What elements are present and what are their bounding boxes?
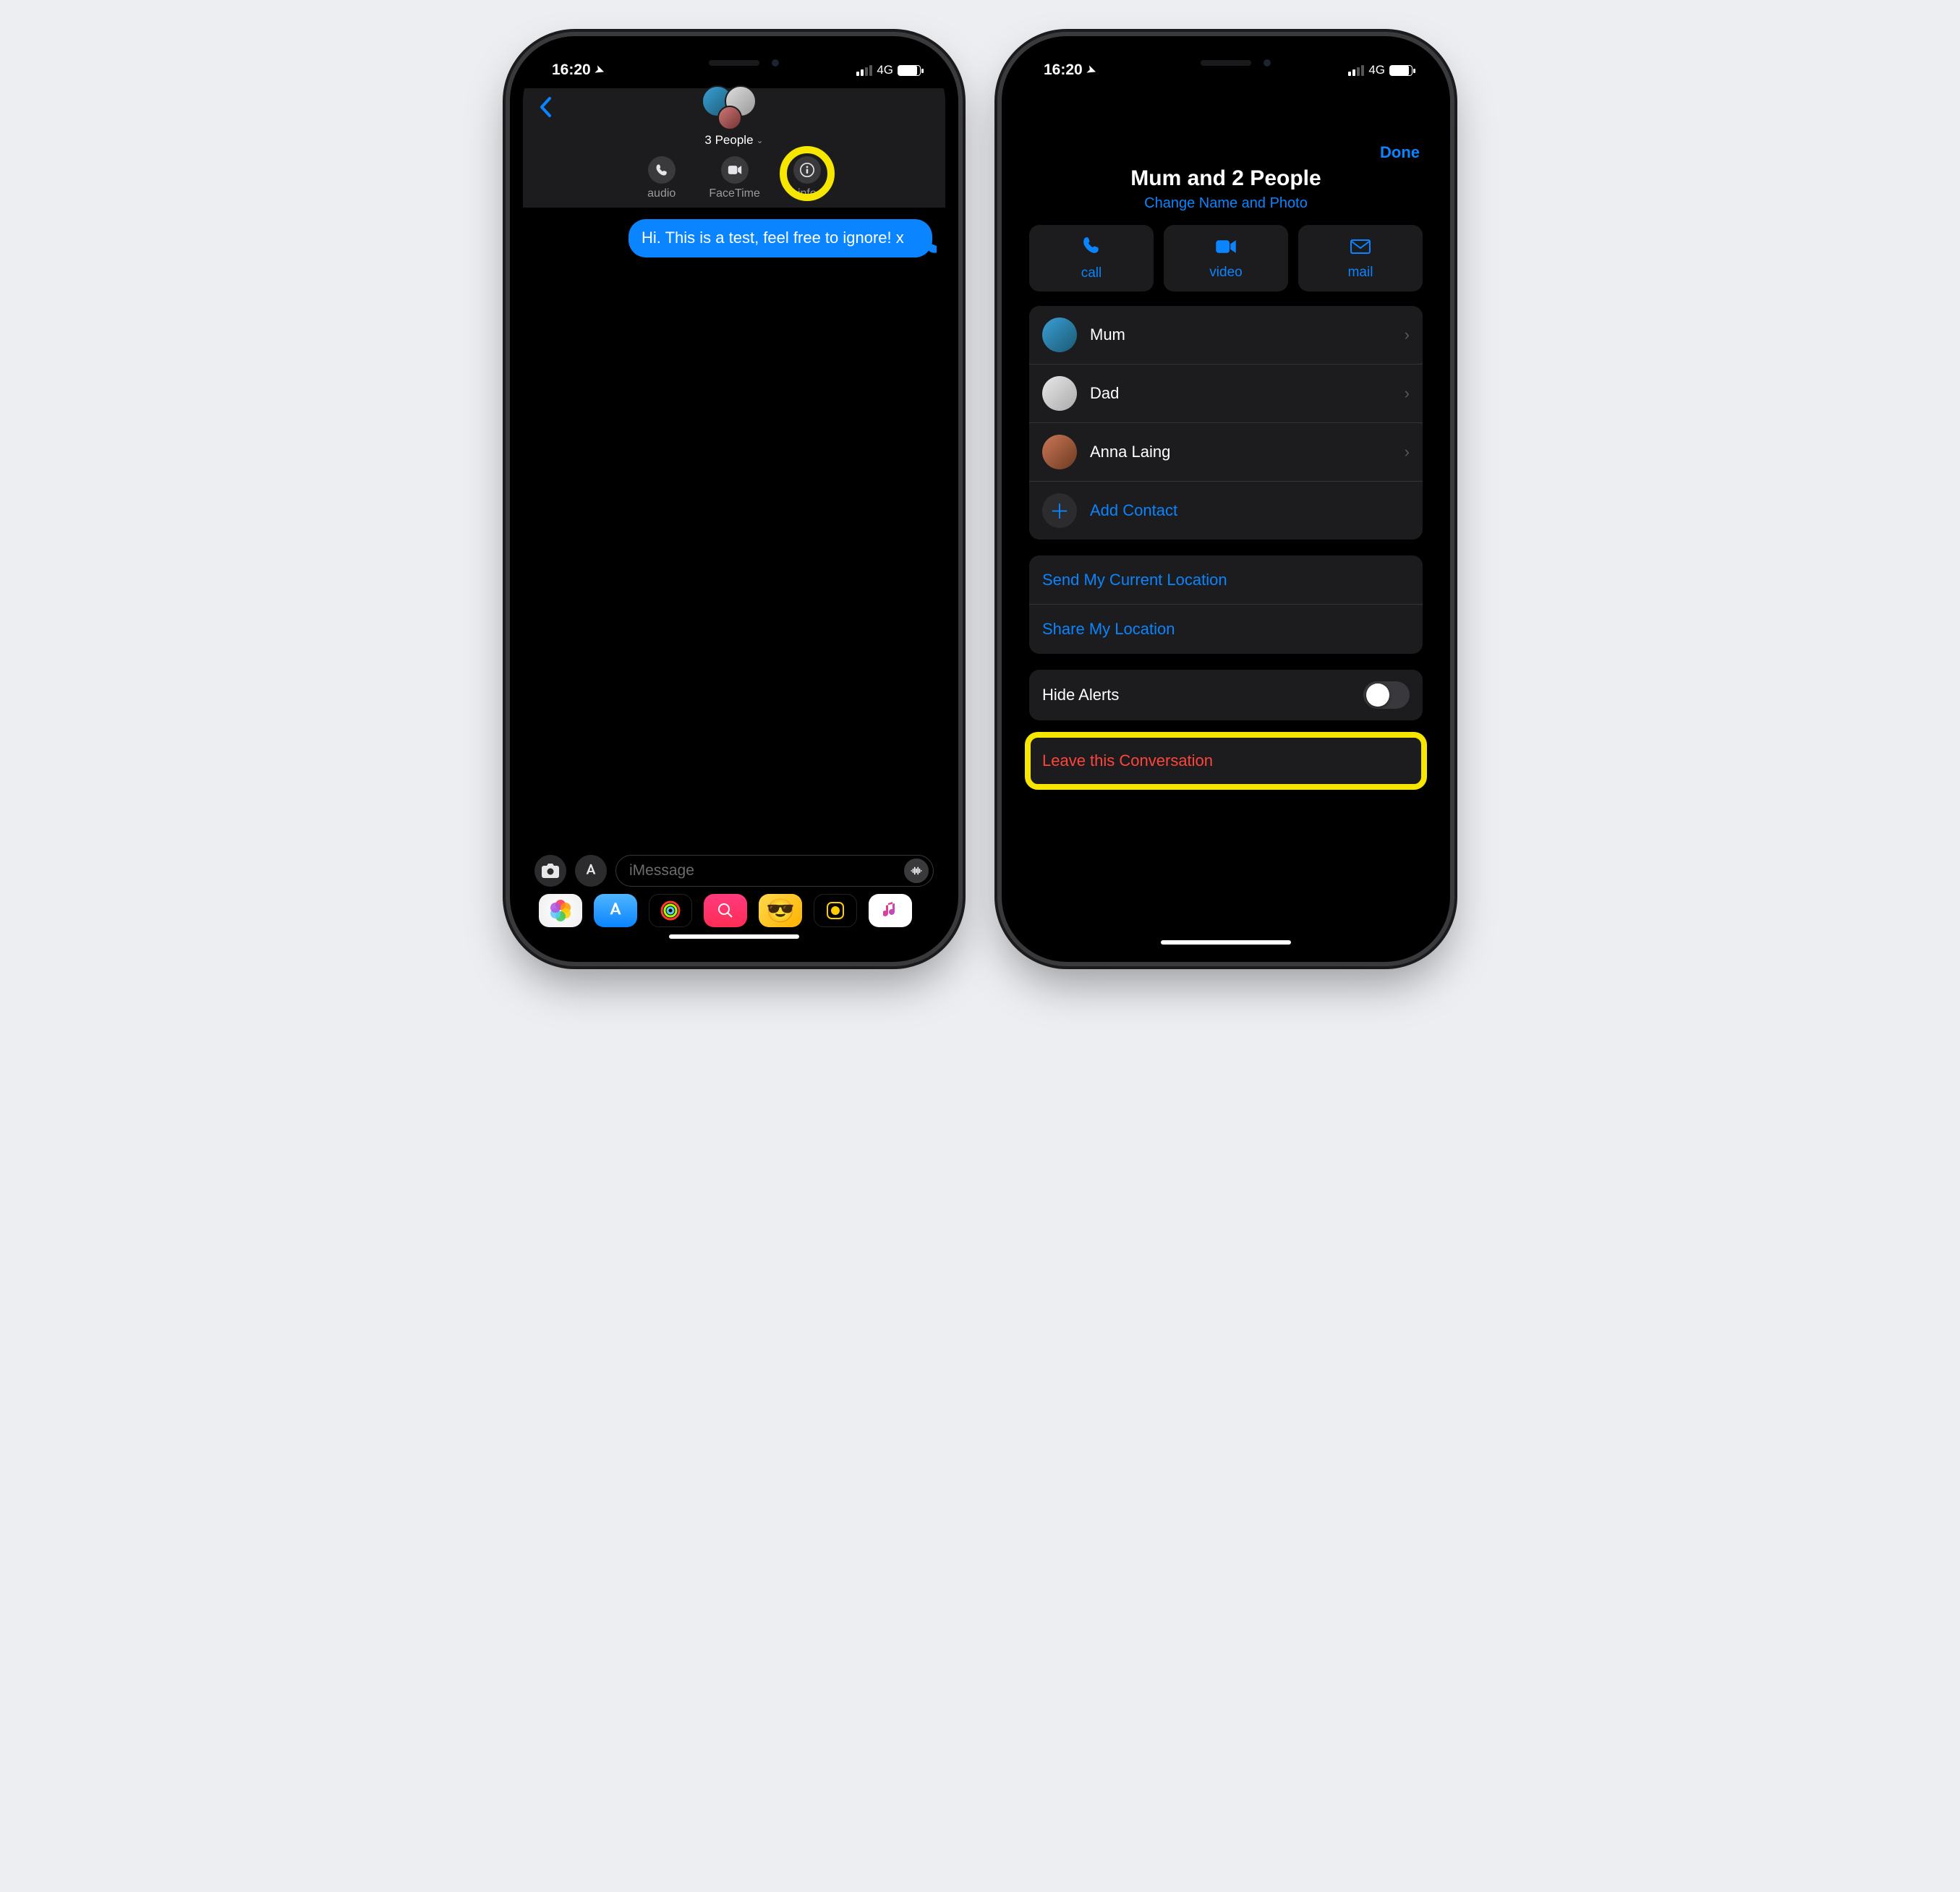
- video-icon: [721, 156, 749, 184]
- message-placeholder: iMessage: [629, 862, 694, 879]
- iphone-left: 16:20 ➤ 4G 3 People: [510, 36, 958, 962]
- share-location-row[interactable]: Share My Location: [1029, 605, 1423, 654]
- details-sheet: Done Mum and 2 People Change Name and Ph…: [1015, 133, 1437, 949]
- member-row[interactable]: Dad ›: [1029, 365, 1423, 423]
- info-button[interactable]: info: [793, 156, 821, 200]
- appstore-app-icon[interactable]: [594, 894, 637, 927]
- chevron-right-icon: ›: [1405, 443, 1410, 461]
- hide-alerts-row[interactable]: Hide Alerts: [1029, 670, 1423, 720]
- audio-call-button[interactable]: audio: [647, 156, 676, 200]
- leave-conversation-row[interactable]: Leave this Conversation: [1029, 736, 1423, 785]
- battery-icon: [898, 65, 921, 76]
- app-strip[interactable]: 😎: [523, 894, 945, 927]
- status-time: 16:20: [552, 61, 591, 79]
- chevron-down-icon: ⌄: [757, 135, 764, 145]
- location-services-icon: ➤: [593, 62, 606, 77]
- mail-icon: [1350, 236, 1371, 259]
- conversation-title[interactable]: 3 People ⌄: [704, 133, 763, 148]
- back-button[interactable]: [530, 91, 561, 127]
- hide-alerts-toggle[interactable]: [1363, 681, 1410, 709]
- add-contact-row[interactable]: ＋ Add Contact: [1029, 482, 1423, 540]
- avatar: [1042, 435, 1077, 469]
- add-contact-label: Add Contact: [1090, 501, 1410, 520]
- call-action-button[interactable]: call: [1029, 225, 1154, 291]
- music-app-icon[interactable]: [869, 894, 912, 927]
- iphone-right: 16:20 ➤ 4G Done Mum and 2 People Change …: [1002, 36, 1450, 962]
- photos-app-icon[interactable]: [539, 894, 582, 927]
- signal-icon: [1348, 65, 1364, 76]
- info-icon: [793, 156, 821, 184]
- video-label: video: [1209, 265, 1242, 281]
- call-label: call: [1081, 265, 1102, 281]
- home-indicator[interactable]: [1161, 940, 1291, 945]
- notch: [1132, 49, 1320, 77]
- hide-alerts-label: Hide Alerts: [1042, 686, 1350, 704]
- notch: [640, 49, 828, 77]
- member-name: Mum: [1090, 325, 1392, 344]
- fitness-app-icon[interactable]: [649, 894, 692, 927]
- member-row[interactable]: Mum ›: [1029, 306, 1423, 365]
- members-section: Mum › Dad › Anna Laing › ＋ Add Contact: [1029, 306, 1423, 540]
- share-location-label: Share My Location: [1042, 620, 1410, 639]
- battery-icon: [1389, 65, 1413, 76]
- avatar: [1042, 376, 1077, 411]
- message-input[interactable]: iMessage: [615, 855, 934, 887]
- plus-icon: ＋: [1042, 493, 1077, 528]
- group-title: Mum and 2 People: [1015, 165, 1437, 191]
- location-section: Send My Current Location Share My Locati…: [1029, 555, 1423, 654]
- network-label: 4G: [1368, 63, 1385, 77]
- leave-conversation-label: Leave this Conversation: [1042, 751, 1410, 770]
- conversation-title-text: 3 People: [704, 133, 753, 148]
- chevron-right-icon: ›: [1405, 384, 1410, 403]
- signal-icon: [856, 65, 872, 76]
- conversation-header: 3 People ⌄ audio: [523, 88, 945, 208]
- home-indicator[interactable]: [669, 934, 799, 939]
- send-location-row[interactable]: Send My Current Location: [1029, 555, 1423, 605]
- member-name: Anna Laing: [1090, 443, 1392, 461]
- avatar: [1042, 318, 1077, 352]
- message-thread[interactable]: Hi. This is a test, feel free to ignore!…: [523, 208, 945, 848]
- network-label: 4G: [877, 63, 893, 77]
- animoji-app-icon[interactable]: [814, 894, 857, 927]
- done-button[interactable]: Done: [1380, 143, 1420, 162]
- location-services-icon: ➤: [1085, 62, 1098, 77]
- change-name-photo-link[interactable]: Change Name and Photo: [1015, 195, 1437, 212]
- mail-label: mail: [1348, 265, 1373, 281]
- leave-section: Leave this Conversation: [1029, 736, 1423, 785]
- send-location-label: Send My Current Location: [1042, 571, 1410, 589]
- phone-icon: [648, 156, 676, 184]
- audio-label: audio: [647, 187, 676, 200]
- group-avatar[interactable]: [702, 85, 767, 130]
- chevron-right-icon: ›: [1405, 325, 1410, 344]
- composer-area: iMessage: [523, 848, 945, 949]
- message-text: Hi. This is a test, feel free to ignore!…: [642, 229, 904, 247]
- facetime-label: FaceTime: [709, 187, 760, 200]
- alerts-section: Hide Alerts: [1029, 670, 1423, 720]
- facetime-button[interactable]: FaceTime: [709, 156, 760, 200]
- camera-button[interactable]: [534, 855, 566, 887]
- sheet-backdrop: [1015, 88, 1437, 133]
- phone-icon: [1082, 236, 1101, 260]
- video-action-button[interactable]: video: [1164, 225, 1288, 291]
- mail-action-button[interactable]: mail: [1298, 225, 1423, 291]
- voice-message-button[interactable]: [904, 858, 929, 883]
- video-icon: [1215, 236, 1237, 259]
- search-app-icon[interactable]: [704, 894, 747, 927]
- info-label: info: [798, 187, 817, 200]
- member-row[interactable]: Anna Laing ›: [1029, 423, 1423, 482]
- sent-message-bubble[interactable]: Hi. This is a test, feel free to ignore!…: [629, 219, 932, 257]
- app-store-button[interactable]: [575, 855, 607, 887]
- status-time: 16:20: [1044, 61, 1083, 79]
- memoji-app-icon[interactable]: 😎: [759, 894, 802, 927]
- member-name: Dad: [1090, 384, 1392, 403]
